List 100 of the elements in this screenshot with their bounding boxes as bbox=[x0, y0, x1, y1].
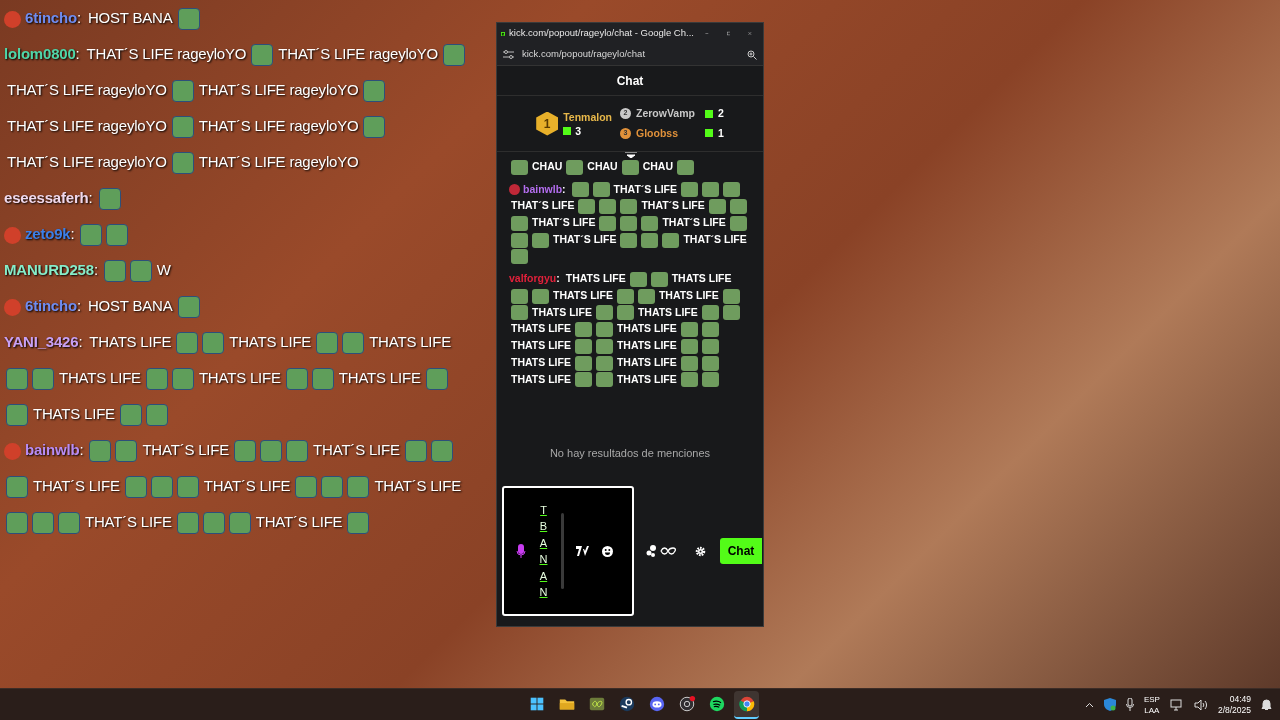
emote-image bbox=[347, 512, 370, 535]
points-icon[interactable] bbox=[646, 544, 676, 558]
emote-image bbox=[599, 215, 617, 231]
clock-date[interactable]: 2/8/2025 bbox=[1217, 704, 1251, 716]
emote-image bbox=[701, 355, 719, 371]
emote-image bbox=[701, 305, 719, 321]
language-indicator[interactable]: ESP bbox=[1143, 693, 1160, 705]
emote-image bbox=[620, 232, 638, 248]
colon-text: : bbox=[76, 297, 81, 314]
emote-image bbox=[176, 332, 199, 355]
message-text: THATS LIFE bbox=[33, 404, 115, 424]
leaderboard-name[interactable]: Tenmalon bbox=[563, 109, 612, 124]
emote-image bbox=[701, 322, 719, 338]
emote-image bbox=[621, 159, 639, 175]
message-text: THAT´S LIFE rageyloYO bbox=[7, 152, 167, 172]
emote-image bbox=[404, 440, 427, 463]
emote-image bbox=[637, 288, 655, 304]
emote-image bbox=[177, 8, 200, 31]
emote-image bbox=[251, 44, 274, 67]
settings-icon[interactable] bbox=[695, 545, 706, 557]
emote-image bbox=[532, 288, 549, 304]
leaderboard-name[interactable]: Gloobss bbox=[636, 125, 679, 142]
emote-image bbox=[511, 305, 528, 321]
username[interactable]: MANURD258 bbox=[4, 261, 94, 278]
colon-text: : bbox=[79, 441, 84, 458]
emote-image bbox=[285, 368, 308, 391]
emote-image bbox=[641, 215, 659, 231]
clock-time[interactable]: 04:49 bbox=[1229, 693, 1251, 705]
emote-image bbox=[592, 182, 610, 198]
emote-image bbox=[103, 260, 126, 283]
emote-image bbox=[171, 152, 194, 175]
browser-icon[interactable] bbox=[734, 690, 759, 719]
leaderboard-name[interactable]: ZerowVamp bbox=[636, 105, 695, 122]
emote-image bbox=[430, 440, 453, 463]
emoji-icon[interactable] bbox=[602, 545, 613, 557]
emote-image bbox=[722, 288, 740, 304]
send-chat-button[interactable]: Chat bbox=[720, 538, 762, 564]
rank-badge: 1 bbox=[536, 111, 559, 136]
message-input[interactable]: TBANAN bbox=[502, 486, 634, 616]
emote-image bbox=[363, 80, 386, 103]
username[interactable]: lolom0800 bbox=[4, 45, 76, 62]
emote-image bbox=[342, 332, 365, 355]
message-text: THATS LIFE bbox=[616, 321, 677, 337]
emote-image bbox=[316, 332, 339, 355]
message-text: THAT´S LIFE rageyloYO bbox=[198, 80, 359, 100]
emote-image bbox=[363, 116, 386, 139]
message-text: THATS LIFE bbox=[511, 354, 571, 370]
keyboard-layout-indicator[interactable]: LAA bbox=[1144, 704, 1160, 716]
gift-count: 2 bbox=[717, 105, 724, 121]
username[interactable]: eseessaferh bbox=[4, 189, 89, 206]
emote-image bbox=[260, 440, 283, 463]
zoom-icon[interactable] bbox=[747, 49, 757, 60]
colon-text: : bbox=[76, 9, 81, 26]
emote-image bbox=[89, 440, 112, 463]
message-text: THAT´S LIFE rageyloYO bbox=[198, 152, 359, 172]
colon-text: : bbox=[78, 333, 83, 350]
message-text: THATS LIFE bbox=[59, 368, 141, 388]
emote-image bbox=[145, 368, 168, 391]
network-icon[interactable] bbox=[1169, 698, 1184, 711]
message-text: THAT´S LIFE bbox=[553, 231, 617, 247]
message-text: THAT´S LIFE bbox=[85, 512, 172, 532]
message-text: THAT´S LIFE rageyloYO bbox=[86, 44, 247, 64]
message-text: THAT´S LIFE bbox=[683, 231, 747, 247]
site-settings-icon[interactable] bbox=[503, 50, 514, 59]
message-text: CHAU bbox=[532, 159, 563, 174]
message-text: THATS LIFE bbox=[511, 321, 571, 337]
emote-image bbox=[176, 512, 199, 535]
emote-image bbox=[32, 512, 54, 535]
emote-image bbox=[115, 440, 138, 463]
chevron-up-icon[interactable] bbox=[1084, 701, 1094, 708]
emote-image bbox=[641, 232, 659, 248]
maximize-icon[interactable] bbox=[726, 29, 731, 38]
message-text: THAT´S LIFE rageyloYO bbox=[7, 116, 167, 136]
emote-image bbox=[702, 182, 719, 198]
message-text: THAT´S LIFE bbox=[374, 476, 462, 496]
emote-image bbox=[574, 355, 592, 371]
message-text: W bbox=[156, 260, 171, 280]
microphone-icon[interactable] bbox=[516, 543, 526, 559]
emote-image bbox=[425, 368, 448, 391]
emote-image bbox=[701, 372, 719, 388]
shield-icon[interactable] bbox=[1103, 698, 1116, 711]
message-text: THATS LIFE bbox=[229, 332, 312, 352]
emote-image bbox=[202, 332, 225, 355]
message-text: THAT´S LIFE bbox=[203, 476, 291, 496]
gift-count: 3 bbox=[575, 123, 582, 138]
emote-image bbox=[145, 404, 168, 427]
notification-bell-icon[interactable] bbox=[1261, 698, 1272, 711]
emote-image bbox=[729, 215, 747, 231]
message-text: THATS LIFE bbox=[369, 332, 452, 352]
microphone-icon[interactable] bbox=[1125, 698, 1134, 711]
emote-image bbox=[578, 199, 596, 215]
emote-image bbox=[6, 368, 28, 391]
emote-image bbox=[443, 44, 465, 67]
emote-image bbox=[599, 199, 617, 215]
emote-image bbox=[58, 512, 80, 535]
colon-text: : bbox=[75, 45, 80, 62]
emote-image bbox=[595, 355, 613, 371]
emote-image bbox=[511, 249, 528, 265]
volume-icon[interactable] bbox=[1193, 698, 1208, 711]
emote-image bbox=[321, 476, 344, 499]
